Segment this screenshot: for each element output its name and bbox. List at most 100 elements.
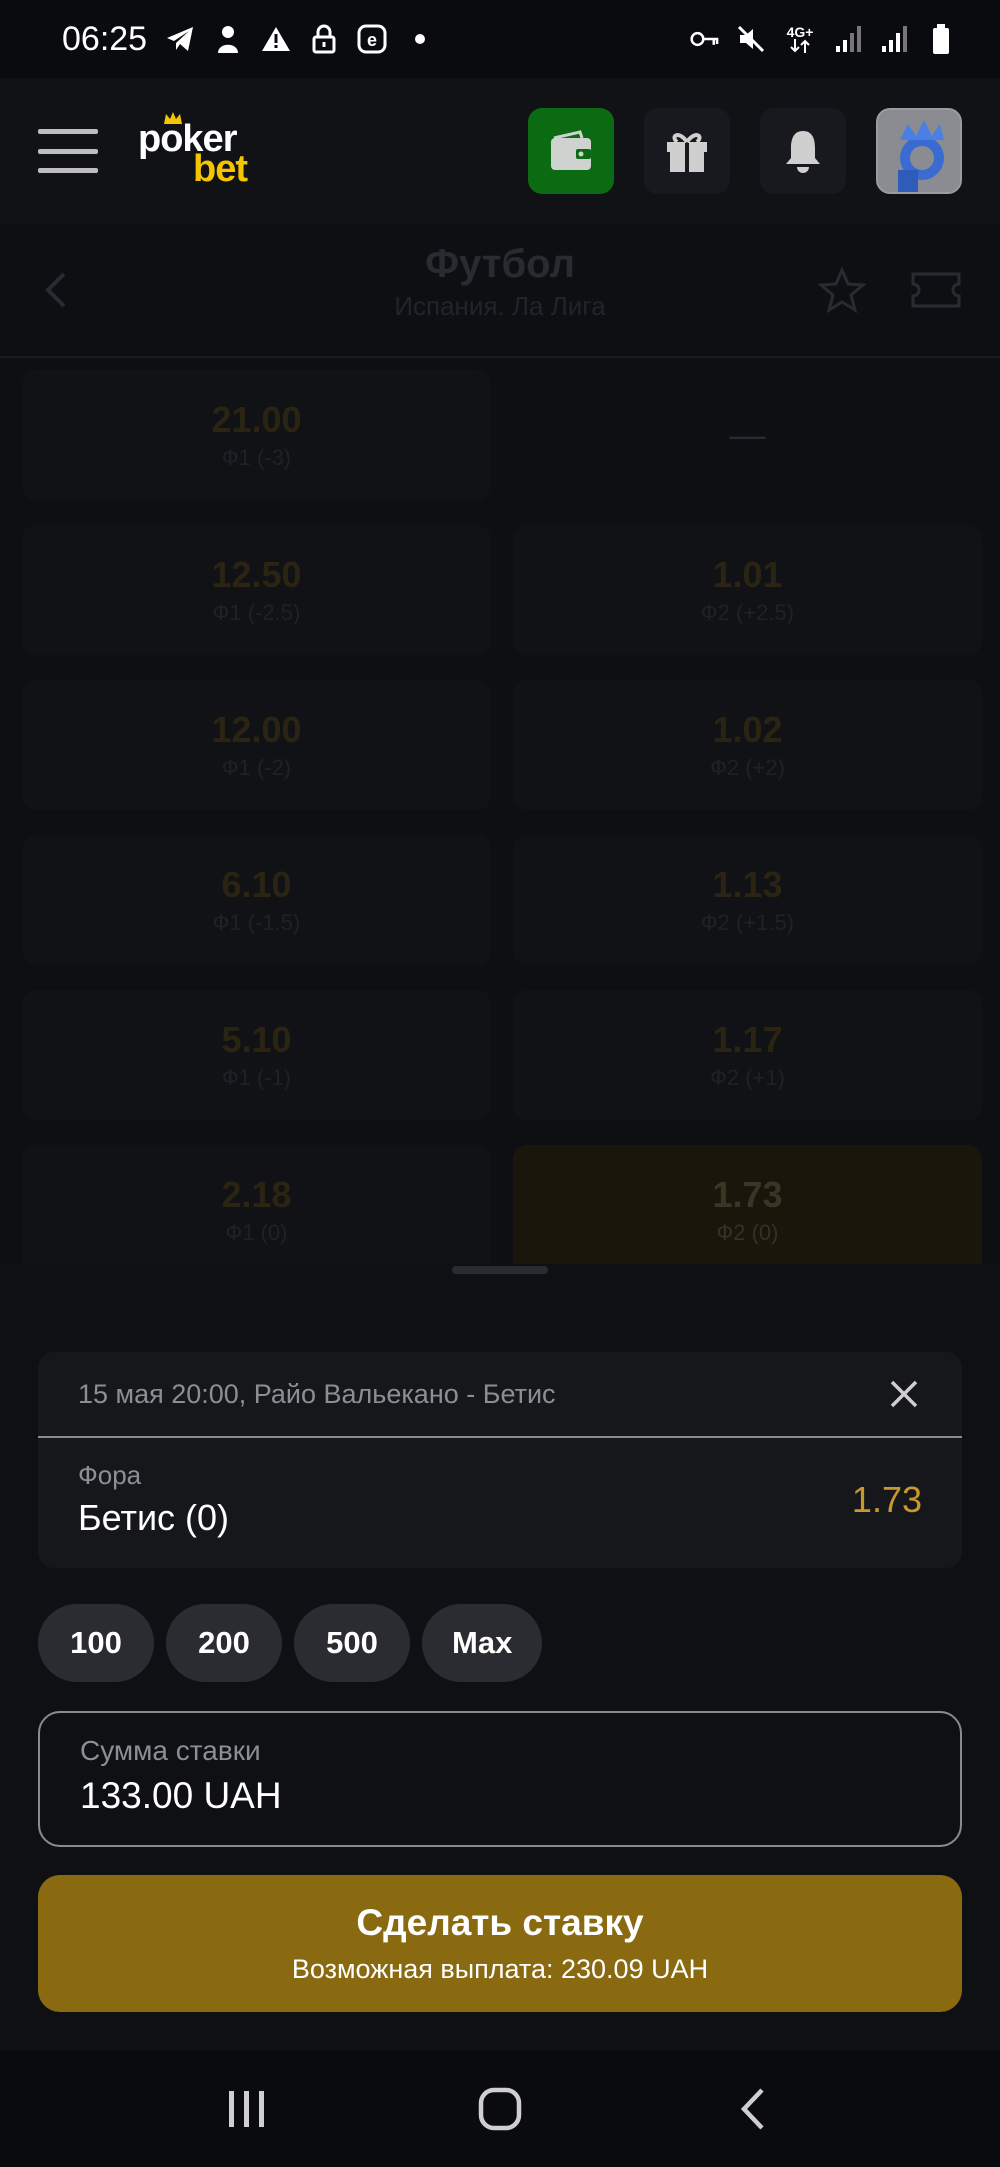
bet-selection-row: Фора Бетис (0) 1.73 xyxy=(38,1438,962,1539)
remove-bet-button[interactable] xyxy=(886,1376,922,1412)
betslip-drag-handle[interactable] xyxy=(452,1266,548,1274)
odds-value: 1.17 xyxy=(712,1019,783,1060)
logo-text-bet: bet xyxy=(193,148,248,190)
gift-icon xyxy=(667,133,707,172)
potential-payout: Возможная выплата: 230.09 UAH xyxy=(291,1954,709,1984)
odds-button[interactable]: 5.10 Ф1 (-1) xyxy=(22,990,491,1120)
odds-button[interactable]: 1.01 Ф2 (+2.5) xyxy=(513,525,982,655)
odds-row: 12.00 Ф1 (-2) 1.02 Ф2 (+2) xyxy=(22,668,982,823)
app-notification-icon xyxy=(213,24,243,54)
wallet-button[interactable] xyxy=(528,108,614,194)
odds-value: 12.50 xyxy=(211,554,302,595)
pokerbet-logo[interactable]: poker bet xyxy=(138,112,268,190)
odds-value: 1.02 xyxy=(712,709,783,750)
odds-row: 12.50 Ф1 (-2.5) 1.01 Ф2 (+2.5) xyxy=(22,513,982,668)
odds-button[interactable]: 6.10 Ф1 (-1.5) xyxy=(22,835,491,965)
avatar[interactable] xyxy=(876,108,962,194)
stake-label: Сумма ставки xyxy=(80,1735,261,1766)
warning-icon xyxy=(261,24,291,54)
recent-apps-button[interactable] xyxy=(217,2079,277,2139)
odds-value: 5.10 xyxy=(221,1019,292,1060)
telegram-icon xyxy=(165,24,195,54)
odds-value: 1.01 xyxy=(712,554,783,595)
menu-icon[interactable] xyxy=(38,129,98,173)
event-subheader: Футбол Испания. Ла Лига xyxy=(0,224,1000,358)
league-subtitle: Испания. Ла Лига xyxy=(394,291,606,321)
bell-icon xyxy=(786,131,820,173)
header-actions xyxy=(528,108,962,194)
odds-row: 2.18 Ф1 (0) 1.73 Ф2 (0) xyxy=(22,1133,982,1264)
odds-label: Ф2 (0) xyxy=(716,1220,779,1245)
signal-2-icon xyxy=(880,24,910,54)
bet-event-name: 15 мая 20:00, Райо Вальекано - Бетис xyxy=(78,1378,556,1409)
event-title-block: Футбол Испания. Ла Лига xyxy=(0,242,1000,322)
status-bar: 06:25 e 4G+ xyxy=(0,0,1000,78)
battery-icon xyxy=(926,24,956,54)
odds-button[interactable]: 12.00 Ф1 (-2) xyxy=(22,680,491,810)
odds-button-empty: — xyxy=(513,370,982,500)
odds-label: Ф1 (-3) xyxy=(221,445,292,470)
network-type: 4G+ xyxy=(782,24,818,54)
close-icon xyxy=(890,1380,918,1408)
odds-label: Ф1 (-1) xyxy=(221,1065,292,1090)
bet-selection: Бетис (0) xyxy=(78,1497,230,1538)
recent-apps-icon xyxy=(228,2090,264,2127)
place-bet-button[interactable]: Сделать ставку Возможная выплата: 230.09… xyxy=(38,1875,962,2012)
odds-label: Ф2 (+2.5) xyxy=(700,600,795,625)
odds-value: 2.18 xyxy=(221,1174,292,1215)
quick-amount-200[interactable]: 200 xyxy=(166,1604,282,1682)
odds-dash: — xyxy=(729,414,766,455)
place-bet-label: Сделать ставку xyxy=(356,1902,644,1943)
odds-value: 1.73 xyxy=(712,1174,783,1215)
network-type-label: 4G+ xyxy=(786,24,814,40)
odds-label: Ф2 (+1.5) xyxy=(700,910,795,935)
system-nav-bar xyxy=(0,2050,1000,2167)
odds-row: 6.10 Ф1 (-1.5) 1.13 Ф2 (+1.5) xyxy=(22,823,982,978)
handicap-odds-grid: 21.00 Ф1 (-3) — 12.50 Ф1 (-2.5) 1.01 Ф2 … xyxy=(22,358,982,1264)
mute-icon xyxy=(736,24,766,54)
bet-odd: 1.73 xyxy=(851,1478,922,1520)
odds-row: 21.00 Ф1 (-3) — xyxy=(22,358,982,513)
quick-amount-100[interactable]: 100 xyxy=(38,1604,154,1682)
lock-icon xyxy=(309,24,339,54)
bet-selection-info: Фора Бетис (0) xyxy=(78,1460,229,1539)
odds-button[interactable]: 1.02 Ф2 (+2) xyxy=(513,680,982,810)
app-header: poker bet xyxy=(0,78,1000,224)
signal-1-icon xyxy=(834,24,864,54)
odds-button[interactable]: 2.18 Ф1 (0) xyxy=(22,1145,491,1264)
svg-text:e: e xyxy=(367,30,377,50)
odds-value: 6.10 xyxy=(221,864,292,905)
status-notification-icons: e xyxy=(165,24,435,54)
odds-row: 5.10 Ф1 (-1) 1.17 Ф2 (+1) xyxy=(22,978,982,1133)
wallet-icon xyxy=(551,130,591,170)
dimmed-event-page: Футбол Испания. Ла Лига 21.00 Ф1 (-3) — … xyxy=(0,224,1000,1264)
odds-button[interactable]: 12.50 Ф1 (-2.5) xyxy=(22,525,491,655)
bet-event-row: 15 мая 20:00, Райо Вальекано - Бетис xyxy=(38,1352,962,1438)
odds-label: Ф1 (-2.5) xyxy=(212,600,301,625)
odds-value: 1.13 xyxy=(712,864,783,905)
stake-value[interactable]: 133.00 UAH xyxy=(80,1775,920,1817)
notifications-button[interactable] xyxy=(760,108,846,194)
status-time: 06:25 xyxy=(62,19,148,58)
back-button[interactable] xyxy=(723,2079,783,2139)
sport-title: Футбол xyxy=(424,242,576,286)
odds-button-selected[interactable]: 1.73 Ф2 (0) xyxy=(513,1145,982,1264)
stake-input[interactable]: Сумма ставки 133.00 UAH xyxy=(38,1711,962,1847)
avatar-image xyxy=(878,110,960,192)
quick-amount-500[interactable]: 500 xyxy=(294,1604,410,1682)
bet-market: Фора xyxy=(78,1460,142,1490)
home-icon xyxy=(478,2087,522,2130)
home-button[interactable] xyxy=(470,2079,530,2139)
odds-button[interactable]: 21.00 Ф1 (-3) xyxy=(22,370,491,500)
quick-amount-max[interactable]: Max xyxy=(422,1604,543,1682)
gift-button[interactable] xyxy=(644,108,730,194)
status-system-icons: 4G+ xyxy=(690,24,956,54)
odds-button[interactable]: 1.13 Ф2 (+1.5) xyxy=(513,835,982,965)
bet-card: 15 мая 20:00, Райо Вальекано - Бетис Фор… xyxy=(38,1352,962,1568)
odds-label: Ф1 (-1.5) xyxy=(212,910,301,935)
odds-label: Ф2 (+2) xyxy=(710,755,785,780)
e-app-icon: e xyxy=(357,24,387,54)
quick-amounts: 100 200 500 Max xyxy=(38,1604,543,1682)
odds-button[interactable]: 1.17 Ф2 (+1) xyxy=(513,990,982,1120)
odds-label: Ф1 (-2) xyxy=(221,755,292,780)
